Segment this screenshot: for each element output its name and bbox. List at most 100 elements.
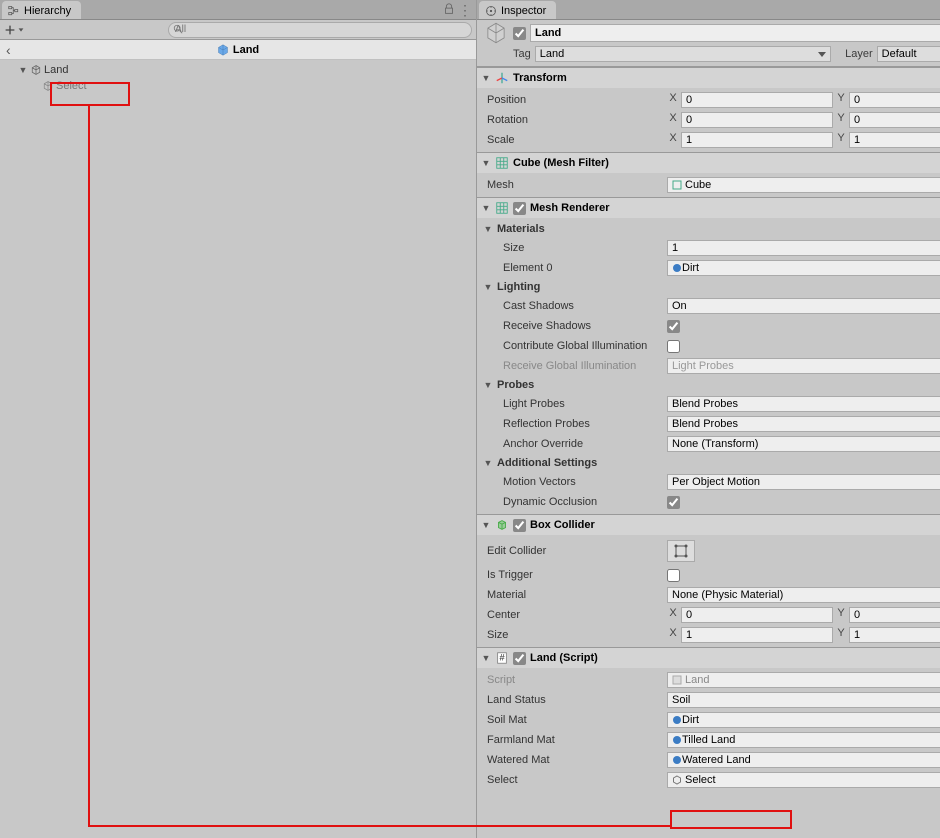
annotation-line (88, 825, 670, 827)
land-status-dropdown[interactable]: Soil (667, 692, 940, 708)
size-x-input[interactable] (681, 627, 833, 643)
tag-label: Tag (513, 48, 531, 60)
anchor-label: Anchor Override (487, 438, 667, 450)
back-icon[interactable]: ‹ (6, 42, 11, 58)
foldout-icon[interactable]: ▼ (483, 282, 493, 292)
center-x-input[interactable] (681, 607, 833, 623)
land-script-header[interactable]: ▼ # Land (Script) ? ⋮ (477, 648, 940, 668)
land-script-enabled[interactable] (513, 652, 526, 665)
svg-text:#: # (499, 653, 505, 664)
reflection-probes-dropdown[interactable]: Blend Probes (667, 416, 940, 432)
scale-y-input[interactable] (849, 132, 940, 148)
gameobject-large-icon[interactable] (483, 20, 509, 46)
foldout-icon[interactable]: ▼ (481, 73, 491, 83)
script-label: Script (487, 674, 667, 686)
mesh-renderer-header[interactable]: ▼ Mesh Renderer ? ⋮ (477, 198, 940, 218)
receive-gi-label: Receive Global Illumination (487, 360, 667, 372)
contribute-gi-label: Contribute Global Illumination (487, 340, 667, 352)
foldout-icon[interactable]: ▼ (481, 203, 491, 213)
inspector-tab-label: Inspector (501, 5, 546, 17)
component-title: Transform (513, 72, 940, 84)
tag-dropdown[interactable]: Land (535, 46, 831, 62)
script-field: Land (667, 672, 940, 688)
tree-item-land[interactable]: ▼ Land (0, 62, 476, 78)
layer-label: Layer (845, 48, 873, 60)
scale-x-input[interactable] (681, 132, 833, 148)
farmland-mat-label: Farmland Mat (487, 734, 667, 746)
inspector-icon (485, 5, 497, 17)
receive-gi-dropdown: Light Probes (667, 358, 940, 374)
mesh-filter-header[interactable]: ▼ Cube (Mesh Filter) ? ⋮ (477, 153, 940, 173)
center-y-input[interactable] (849, 607, 940, 623)
component-title: Box Collider (530, 519, 940, 531)
contribute-gi-checkbox[interactable] (667, 340, 680, 353)
edit-collider-label: Edit Collider (487, 545, 667, 557)
reflection-probes-label: Reflection Probes (487, 418, 667, 430)
box-collider-header[interactable]: ▼ Box Collider ? ⋮ (477, 515, 940, 535)
inspector-tab[interactable]: Inspector (479, 1, 556, 19)
search-input[interactable] (175, 24, 453, 35)
soil-mat-label: Soil Mat (487, 714, 667, 726)
farmland-mat-field[interactable]: Tilled Land (667, 732, 940, 748)
is-trigger-label: Is Trigger (487, 569, 667, 581)
select-label: Select (487, 774, 667, 786)
dynamic-occlusion-checkbox[interactable] (667, 496, 680, 509)
physic-material-field[interactable]: None (Physic Material) (667, 587, 940, 603)
scene-header[interactable]: ‹ Land (0, 40, 476, 60)
scene-name: Land (233, 44, 259, 56)
foldout-icon[interactable]: ▼ (483, 458, 493, 468)
rotation-y-input[interactable] (849, 112, 940, 128)
plus-icon (3, 23, 17, 37)
receive-shadows-checkbox[interactable] (667, 320, 680, 333)
script-icon: # (495, 651, 509, 665)
gameobject-icon (672, 775, 682, 785)
hierarchy-tab-label: Hierarchy (24, 5, 71, 17)
soil-mat-field[interactable]: Dirt (667, 712, 940, 728)
mesh-field[interactable]: Cube (667, 177, 940, 193)
materials-label: Materials (497, 223, 545, 235)
light-probes-label: Light Probes (487, 398, 667, 410)
hierarchy-tab[interactable]: Hierarchy (2, 1, 81, 19)
edit-collider-icon (673, 543, 689, 559)
cast-shadows-dropdown[interactable]: On (667, 298, 940, 314)
light-probes-dropdown[interactable]: Blend Probes (667, 396, 940, 412)
position-y-input[interactable] (849, 92, 940, 108)
transform-header[interactable]: ▼ Transform ? ⋮ (477, 68, 940, 88)
layer-dropdown[interactable]: Default (877, 46, 940, 62)
box-collider-enabled[interactable] (513, 519, 526, 532)
lock-icon[interactable] (442, 2, 456, 16)
mesh-renderer-enabled[interactable] (513, 202, 526, 215)
is-trigger-checkbox[interactable] (667, 569, 680, 582)
component-title: Cube (Mesh Filter) (513, 157, 940, 169)
hierarchy-search[interactable] (168, 22, 472, 38)
scale-label: Scale (487, 134, 667, 146)
gameobject-name-input[interactable] (530, 24, 940, 42)
create-button[interactable] (4, 22, 24, 38)
element0-field[interactable]: Dirt (667, 260, 940, 276)
dynamic-occlusion-label: Dynamic Occlusion (487, 496, 667, 508)
motion-vectors-dropdown[interactable]: Per Object Motion (667, 474, 940, 490)
material-label: Material (487, 589, 667, 601)
foldout-icon[interactable]: ▼ (483, 224, 493, 234)
foldout-icon[interactable]: ▼ (483, 380, 493, 390)
foldout-icon[interactable]: ▼ (481, 158, 491, 168)
foldout-icon[interactable]: ▼ (18, 65, 28, 75)
motion-vectors-label: Motion Vectors (487, 476, 667, 488)
foldout-icon[interactable]: ▼ (481, 520, 491, 530)
material-icon (672, 715, 682, 725)
panel-menu-icon[interactable]: ⋮ (458, 2, 472, 16)
select-field[interactable]: Select (667, 772, 940, 788)
anchor-field[interactable]: None (Transform) (667, 436, 940, 452)
size-y-input[interactable] (849, 627, 940, 643)
edit-collider-button[interactable] (667, 540, 695, 562)
search-icon (173, 24, 183, 34)
watered-mat-field[interactable]: Watered Land (667, 752, 940, 768)
size-label: Size (487, 242, 667, 254)
probes-label: Probes (497, 379, 534, 391)
position-x-input[interactable] (681, 92, 833, 108)
active-checkbox[interactable] (513, 27, 526, 40)
rotation-x-input[interactable] (681, 112, 833, 128)
land-status-label: Land Status (487, 694, 667, 706)
foldout-icon[interactable]: ▼ (481, 653, 491, 663)
materials-size-input[interactable] (667, 240, 940, 256)
